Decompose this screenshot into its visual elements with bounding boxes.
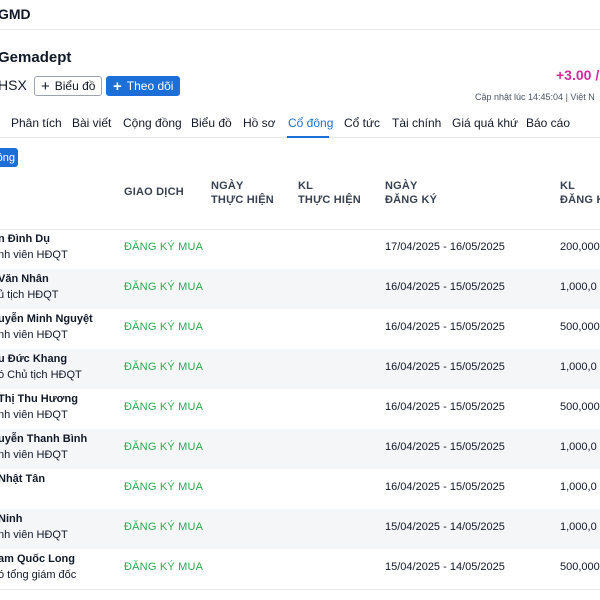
registration-period: 15/04/2025 - 14/05/2025 [385, 561, 505, 573]
transaction-type: ĐĂNG KÝ MUA [124, 321, 204, 333]
registered-qty: 1,000,0 [560, 481, 597, 493]
table-row[interactable]: u Đức Khang ó Chủ tịch HĐQT ĐĂNG KÝ MUA … [0, 349, 600, 389]
header-transaction: GIAO DỊCH [124, 186, 184, 198]
header-reg-date: NGÀY ĐĂNG KÝ [385, 179, 437, 207]
tab-bar: Phân tích Bài viết Cộng đồng Biểu đồ Hồ … [0, 108, 600, 138]
holder-name: Văn Nhân [0, 273, 49, 285]
chart-button-label: Biểu đồ [54, 79, 96, 93]
holder-role: ó Chủ tịch HĐQT [0, 369, 82, 381]
registered-qty: 500,000 [560, 321, 600, 333]
header-exec-date: NGÀY THỰC HIỆN [211, 179, 274, 207]
exchange-label: HSX [0, 77, 27, 93]
table-row[interactable]: Thị Thu Hương nh viên HĐQT ĐĂNG KÝ MUA 1… [0, 389, 600, 429]
table-row[interactable]: Văn Nhân ủ tịch HĐQT ĐĂNG KÝ MUA 16/04/2… [0, 269, 600, 309]
company-name: Gemadept [0, 49, 72, 66]
header-reg-qty-line1: KL [560, 180, 576, 192]
transaction-type: ĐĂNG KÝ MUA [124, 441, 204, 453]
header-exec-date-line1: NGÀY [211, 180, 244, 192]
transaction-type: ĐĂNG KÝ MUA [124, 561, 204, 573]
registered-qty: 500,000 [560, 401, 600, 413]
table-row[interactable]: uyễn Thanh Bình nh viên HĐQT ĐĂNG KÝ MUA… [0, 429, 600, 469]
tab-tai-chinh[interactable]: Tài chính [392, 116, 441, 130]
ticker-symbol: GMD [0, 6, 31, 22]
header-exec-qty: KL THỰC HIỆN [298, 179, 361, 207]
transaction-type: ĐĂNG KÝ MUA [124, 361, 204, 373]
header-reg-qty: KL ĐĂNG K [560, 179, 600, 207]
holder-role: ủ tịch HĐQT [0, 289, 59, 301]
transaction-type: ĐĂNG KÝ MUA [124, 241, 204, 253]
header-reg-qty-line2: ĐĂNG K [560, 194, 600, 206]
holder-role: nh viên HĐQT [0, 249, 68, 261]
header-reg-date-line1: NGÀY [385, 180, 418, 192]
table-row[interactable]: n Đình Dụ nh viên HĐQT ĐĂNG KÝ MUA 17/04… [0, 229, 600, 269]
tab-bai-viet[interactable]: Bài viết [72, 116, 111, 130]
holder-name: uyễn Thanh Bình [0, 433, 88, 445]
registration-period: 17/04/2025 - 16/05/2025 [385, 241, 505, 253]
transaction-type: ĐĂNG KÝ MUA [124, 521, 204, 533]
registration-period: 15/04/2025 - 14/05/2025 [385, 521, 505, 533]
transaction-type: ĐĂNG KÝ MUA [124, 481, 204, 493]
tab-co-tuc[interactable]: Cổ tức [344, 116, 380, 130]
registration-period: 16/04/2025 - 15/05/2025 [385, 361, 505, 373]
header-exec-qty-line2: THỰC HIỆN [298, 194, 361, 206]
active-tab-indicator [287, 136, 329, 138]
top-bar: GMD [0, 0, 600, 30]
tab-bao-cao[interactable]: Báo cáo [526, 116, 570, 130]
header-exec-qty-line1: KL [298, 180, 314, 192]
table-row[interactable]: am Quốc Long ó tổng giám đốc ĐĂNG KÝ MUA… [0, 549, 600, 589]
table-row[interactable]: Nhật Tân ĐĂNG KÝ MUA 16/04/2025 - 15/05/… [0, 469, 600, 509]
registered-qty: 1,000,0 [560, 361, 597, 373]
holder-name: Nhật Tân [0, 473, 46, 485]
table-row[interactable]: uyễn Minh Nguyệt nh viên HĐQT ĐĂNG KÝ MU… [0, 309, 600, 349]
price-change: +3.00 / [556, 67, 600, 83]
holder-name: n Đình Dụ [0, 233, 50, 245]
tab-ho-so[interactable]: Hồ sơ [243, 116, 276, 130]
tab-phan-tich[interactable]: Phân tích [11, 116, 62, 130]
registered-qty: 1,000,0 [560, 441, 597, 453]
subtab-pill[interactable]: ông [0, 148, 18, 167]
holder-name: Ninh [0, 513, 23, 525]
transaction-type: ĐĂNG KÝ MUA [124, 401, 204, 413]
holder-name: am Quốc Long [0, 553, 75, 565]
update-timestamp: Cập nhật lúc 14:45:04 | Việt N [475, 92, 595, 102]
tab-gia-qua-khu[interactable]: Giá quá khứ [452, 116, 518, 130]
registered-qty: 500,000 [560, 561, 600, 573]
registration-period: 16/04/2025 - 15/05/2025 [385, 401, 505, 413]
registered-qty: 1,000,0 [560, 281, 597, 293]
follow-button[interactable]: + Theo dõi [106, 76, 181, 96]
follow-button-label: Theo dõi [126, 79, 174, 93]
holder-role: nh viên HĐQT [0, 529, 68, 541]
registration-period: 16/04/2025 - 15/05/2025 [385, 481, 505, 493]
registration-period: 16/04/2025 - 15/05/2025 [385, 441, 505, 453]
holder-role: nh viên HĐQT [0, 409, 68, 421]
registered-qty: 1,000,0 [560, 521, 597, 533]
table-bottom-divider [0, 589, 600, 590]
holder-role: nh viên HĐQT [0, 449, 68, 461]
registered-qty: 200,000 [560, 241, 600, 253]
holder-name: Thị Thu Hương [0, 393, 78, 405]
plus-icon: + [41, 77, 50, 95]
tab-bieu-do[interactable]: Biểu đồ [191, 116, 232, 130]
holder-role: ó tổng giám đốc [0, 569, 77, 581]
table-row[interactable]: Ninh nh viên HĐQT ĐĂNG KÝ MUA 15/04/2025… [0, 509, 600, 549]
holder-name: u Đức Khang [0, 353, 68, 365]
holder-role: nh viên HĐQT [0, 329, 68, 341]
registration-period: 16/04/2025 - 15/05/2025 [385, 281, 505, 293]
holder-name: uyễn Minh Nguyệt [0, 313, 93, 325]
registration-period: 16/04/2025 - 15/05/2025 [385, 321, 505, 333]
transaction-type: ĐĂNG KÝ MUA [124, 281, 204, 293]
header-reg-date-line2: ĐĂNG KÝ [385, 194, 438, 206]
tab-cong-dong[interactable]: Cộng đồng [123, 116, 182, 130]
header-exec-date-line2: THỰC HIỆN [211, 194, 274, 206]
chart-button[interactable]: + Biểu đồ [34, 76, 103, 96]
tab-co-dong[interactable]: Cổ đông [288, 116, 333, 130]
plus-icon: + [113, 77, 122, 95]
table-header: GIAO DỊCH NGÀY THỰC HIỆN KL THỰC HIỆN NG… [0, 168, 600, 230]
